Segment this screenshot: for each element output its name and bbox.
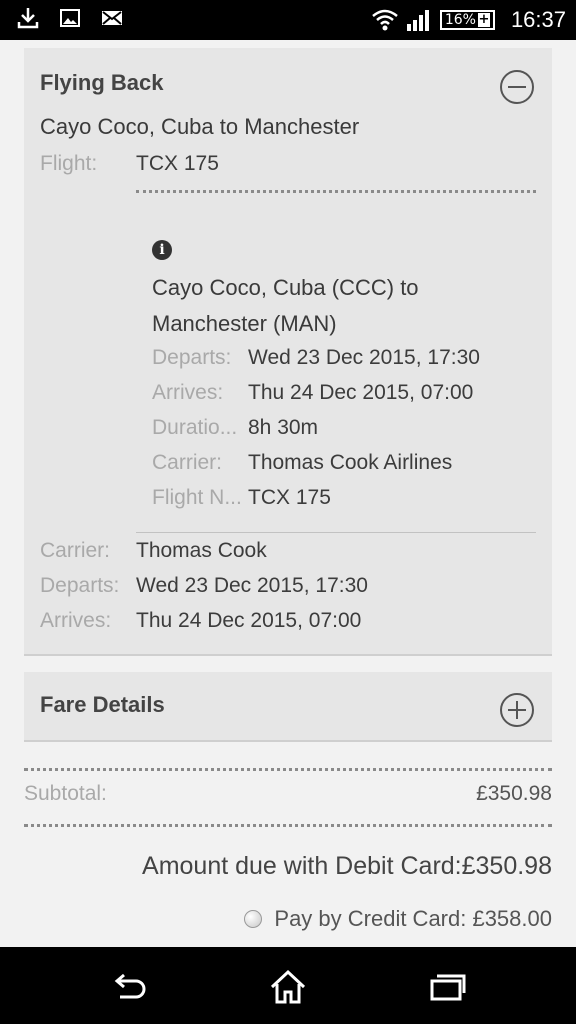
departs-value: Wed 23 Dec 2015, 17:30 — [136, 574, 368, 597]
detail-departs-value: Wed 23 Dec 2015, 17:30 — [248, 346, 480, 369]
clock: 16:37 — [510, 7, 566, 32]
info-icon[interactable]: i — [152, 240, 172, 260]
arrives-label: Arrives: — [40, 609, 112, 632]
battery-charging-icon: + — [477, 12, 490, 27]
detail-route: Cayo Coco, Cuba (CCC) to Manchester (MAN… — [152, 275, 419, 336]
pay-credit-option[interactable]: Pay by Credit Card: £358.00 — [244, 906, 552, 932]
battery-level: 16% — [444, 12, 476, 28]
carrier-value: Thomas Cook — [136, 539, 267, 562]
booking-summary: Flying Back Cayo Coco, Cuba to Mancheste… — [0, 40, 576, 947]
recent-apps-icon[interactable] — [428, 967, 468, 1007]
status-bar: 16% + 16:37 — [0, 0, 576, 40]
section-title-flying-back: Flying Back — [40, 70, 164, 95]
battery-indicator: 16% + — [439, 10, 495, 30]
signal-icon — [406, 10, 429, 31]
arrives-value: Thu 24 Dec 2015, 07:00 — [136, 609, 362, 632]
detail-arrives-label: Arrives: — [152, 381, 224, 404]
home-icon[interactable] — [268, 967, 308, 1007]
detail-departs-label: Departs: — [152, 346, 232, 369]
subtotal-value: £350.98 — [476, 782, 552, 805]
detail-flight-number-label: Flight N... — [152, 486, 242, 509]
minus-circle-icon[interactable] — [500, 70, 534, 104]
amount-due-debit: Amount due with Debit Card:£350.98 — [142, 852, 552, 880]
mail-icon — [102, 11, 122, 25]
detail-duration-value: 8h 30m — [248, 416, 319, 439]
pay-credit-radio[interactable] — [244, 910, 263, 928]
dotted-divider — [136, 190, 536, 193]
detail-duration-label: Duratio... — [152, 416, 238, 439]
flying-back-section: Flying Back Cayo Coco, Cuba to Mancheste… — [24, 48, 552, 656]
detail-carrier-value: Thomas Cook Airlines — [248, 451, 453, 474]
flight-route: Cayo Coco, Cuba to Manchester — [40, 114, 360, 139]
fare-details-section[interactable]: Fare Details — [24, 672, 552, 742]
pay-credit-label: Pay by Credit Card: £358.00 — [274, 906, 552, 931]
back-icon[interactable] — [108, 967, 148, 1007]
section-title-fare-details: Fare Details — [40, 692, 165, 717]
download-icon — [17, 8, 39, 29]
flight-value: TCX 175 — [136, 152, 219, 175]
dotted-divider-top — [24, 768, 552, 771]
wifi-icon — [372, 9, 398, 31]
image-icon — [60, 9, 80, 27]
navigation-bar — [0, 947, 576, 1024]
detail-arrives-value: Thu 24 Dec 2015, 07:00 — [248, 381, 474, 404]
plus-circle-icon[interactable] — [500, 693, 534, 727]
departs-label: Departs: — [40, 574, 120, 597]
flight-label: Flight: — [40, 152, 98, 175]
detail-flight-number-value: TCX 175 — [248, 486, 331, 509]
carrier-label: Carrier: — [40, 539, 111, 562]
detail-carrier-label: Carrier: — [152, 451, 223, 474]
dotted-divider-bottom — [24, 824, 552, 827]
solid-divider — [136, 532, 536, 533]
subtotal-label: Subtotal: — [24, 782, 107, 805]
